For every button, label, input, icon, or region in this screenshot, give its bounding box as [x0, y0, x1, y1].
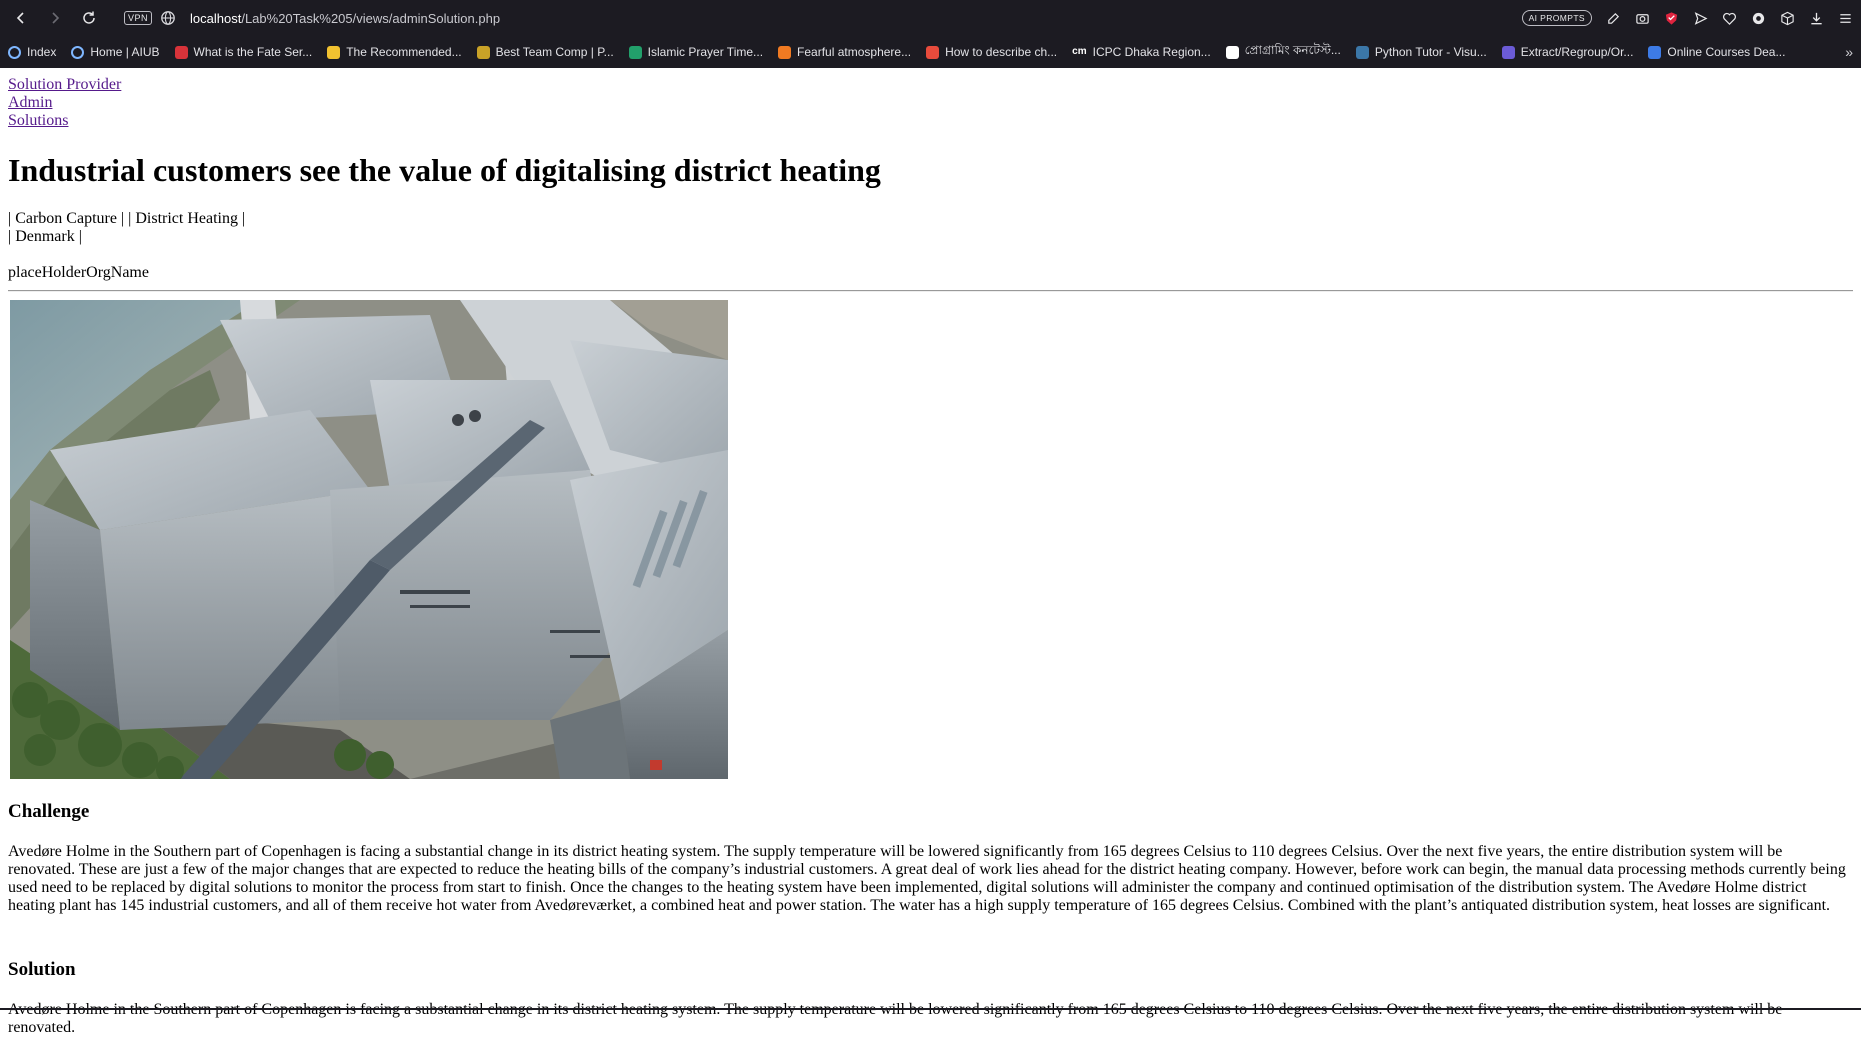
bookmark-favicon: cm [1072, 45, 1087, 57]
globe-icon [161, 11, 175, 25]
organization-name: placeHolderOrgName [8, 264, 149, 281]
power-plant-image [10, 300, 728, 779]
reload-button[interactable] [76, 5, 102, 31]
bookmark-item[interactable]: Online Courses Dea... [1648, 45, 1785, 59]
bookmark-favicon [926, 45, 940, 59]
globe-icon [71, 45, 85, 59]
tag-list: | Carbon Capture | | District Heating | … [8, 210, 1853, 246]
file-icon [1225, 45, 1239, 59]
url-path: /Lab%20Task%205/views/adminSolution.php [241, 10, 501, 26]
shield-icon[interactable] [1664, 11, 1679, 26]
bookmark-item[interactable]: Fearful atmosphere... [778, 45, 911, 59]
box-icon[interactable] [1780, 11, 1795, 26]
bookmark-item[interactable]: Islamic Prayer Time... [628, 45, 764, 59]
back-button[interactable] [8, 5, 34, 31]
forward-arrow-icon [52, 12, 60, 24]
challenge-text: Avedøre Holme in the Southern part of Co… [8, 843, 1846, 914]
tags-country: | Denmark | [8, 228, 82, 245]
site-nav: Solution Provider Admin Solutions [8, 76, 1853, 130]
bookmark-favicon [778, 45, 792, 59]
bookmarks-bar: Index Home | AIUB What is the Fate Ser... T… [0, 36, 1861, 68]
bookmark-item[interactable]: Best Team Comp | P... [476, 45, 614, 59]
bookmark-label: Online Courses Dea... [1667, 45, 1786, 59]
page-title: Industrial customers see the value of di… [8, 152, 881, 188]
bookmark-favicon [476, 45, 490, 59]
bookmark-favicon [628, 45, 642, 59]
bookmark-item[interactable]: cm ICPC Dhaka Region... [1072, 45, 1211, 59]
download-icon[interactable] [1809, 11, 1824, 26]
bookmark-item[interactable]: Extract/Regroup/Or... [1501, 45, 1634, 59]
edit-icon[interactable] [1606, 11, 1621, 26]
bookmark-item[interactable]: Python Tutor - Visu... [1355, 45, 1487, 59]
nav-link-admin[interactable]: Admin [8, 94, 1853, 112]
browser-chrome: VPN localhost/Lab%20Task%205/views/admin… [0, 0, 1861, 68]
bookmark-favicon [1648, 45, 1662, 59]
challenge-heading: Challenge [8, 801, 90, 822]
bookmark-item[interactable]: How to describe ch... [926, 45, 1057, 59]
solution-heading: Solution [8, 959, 76, 980]
heart-icon[interactable] [1722, 11, 1737, 26]
bookmark-favicon [174, 45, 188, 59]
nav-link-solutions[interactable]: Solutions [8, 112, 1853, 130]
extension-icon[interactable] [1751, 11, 1766, 26]
globe-icon [8, 45, 21, 59]
bookmark-label: The Recommended... [346, 45, 462, 59]
bookmarks-more-button[interactable]: » [1845, 44, 1853, 60]
toolbar-actions: AI PROMPTS [1521, 10, 1853, 26]
bookmark-label: What is the Fate Ser... [193, 45, 313, 59]
send-icon[interactable] [1693, 11, 1708, 26]
bookmark-item[interactable]: Index [8, 45, 56, 59]
menu-icon[interactable] [1838, 11, 1853, 26]
solution-text: Avedøre Holme in the Southern part of Co… [8, 1001, 1782, 1036]
vpn-badge[interactable]: VPN [124, 11, 153, 25]
ai-prompts-button[interactable]: AI PROMPTS [1521, 10, 1592, 26]
bookmark-item[interactable]: What is the Fate Ser... [174, 45, 313, 59]
bookmark-favicon [327, 45, 341, 59]
bookmark-label: Extract/Regroup/Or... [1520, 45, 1634, 59]
nav-link-solution-provider[interactable]: Solution Provider [8, 76, 1853, 94]
forward-button[interactable] [42, 5, 68, 31]
bookmark-favicon [1355, 45, 1369, 59]
bookmark-label: How to describe ch... [945, 45, 1058, 59]
tags-categories: | Carbon Capture | | District Heating | [8, 210, 246, 227]
bookmark-label: ICPC Dhaka Region... [1092, 45, 1211, 59]
bookmark-item[interactable]: প্রোগ্রামিং কনটেস্ট... [1225, 42, 1341, 62]
camera-icon[interactable] [1635, 11, 1650, 26]
reload-icon [83, 11, 95, 24]
bookmark-item[interactable]: Home | AIUB [71, 45, 160, 59]
browser-toolbar: VPN localhost/Lab%20Task%205/views/admin… [0, 0, 1861, 36]
bookmark-label: Python Tutor - Visu... [1374, 45, 1487, 59]
divider [8, 290, 1853, 292]
page-content: Solution Provider Admin Solutions Indust… [0, 68, 1861, 1037]
bookmark-label: Best Team Comp | P... [495, 45, 614, 59]
bookmark-label: Fearful atmosphere... [797, 45, 912, 59]
bookmark-item[interactable]: The Recommended... [327, 45, 462, 59]
bookmark-label: প্রোগ্রামিং কনটেস্ট... [1244, 43, 1341, 57]
address-bar[interactable]: localhost/Lab%20Task%205/views/adminSolu… [190, 11, 1522, 26]
back-arrow-icon [16, 12, 24, 24]
bookmark-label: Home | AIUB [90, 45, 160, 59]
url-host: localhost [190, 10, 242, 26]
bookmark-favicon [1501, 45, 1515, 59]
bookmark-label: Islamic Prayer Time... [647, 45, 764, 59]
bookmark-label: Index [27, 45, 57, 59]
